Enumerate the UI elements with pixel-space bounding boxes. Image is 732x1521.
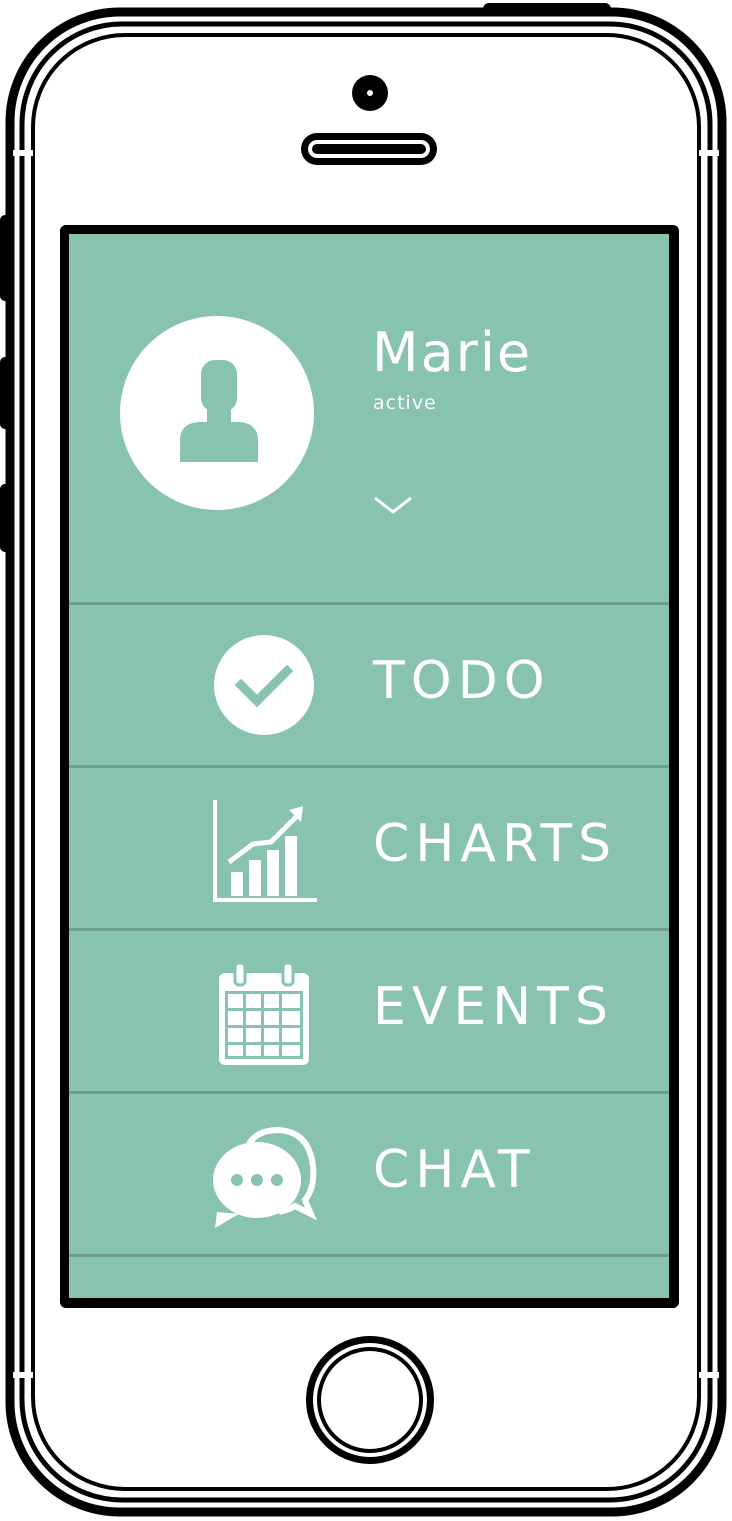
nav-menu: TODO CHARTS EVENTS CHAT	[69, 602, 669, 1257]
calendar-icon	[219, 961, 309, 1065]
user-name: Marie	[372, 321, 533, 384]
menu-item-label: CHARTS	[373, 814, 618, 874]
menu-item-todo[interactable]: TODO	[69, 602, 669, 765]
user-silhouette-icon	[180, 360, 258, 462]
menu-item-chat[interactable]: CHAT	[69, 1091, 669, 1254]
profile-header: Marie active	[69, 234, 669, 602]
avatar[interactable]	[120, 316, 314, 510]
check-circle-icon	[214, 635, 314, 735]
bar-chart-icon	[213, 800, 317, 902]
menu-item-events[interactable]: EVENTS	[69, 928, 669, 1091]
menu-item-label: CHAT	[373, 1140, 536, 1200]
menu-divider	[69, 1254, 669, 1257]
chat-bubbles-icon	[213, 1126, 317, 1228]
chevron-down-icon[interactable]	[371, 492, 415, 518]
menu-item-label: EVENTS	[373, 977, 614, 1037]
menu-item-charts[interactable]: CHARTS	[69, 765, 669, 928]
menu-item-label: TODO	[373, 651, 551, 711]
user-status: active	[373, 392, 437, 414]
phone-device: Marie active TODO CHARTS EVENTS CHAT	[0, 0, 732, 1521]
app-screen: Marie active TODO CHARTS EVENTS CHAT	[69, 234, 669, 1298]
